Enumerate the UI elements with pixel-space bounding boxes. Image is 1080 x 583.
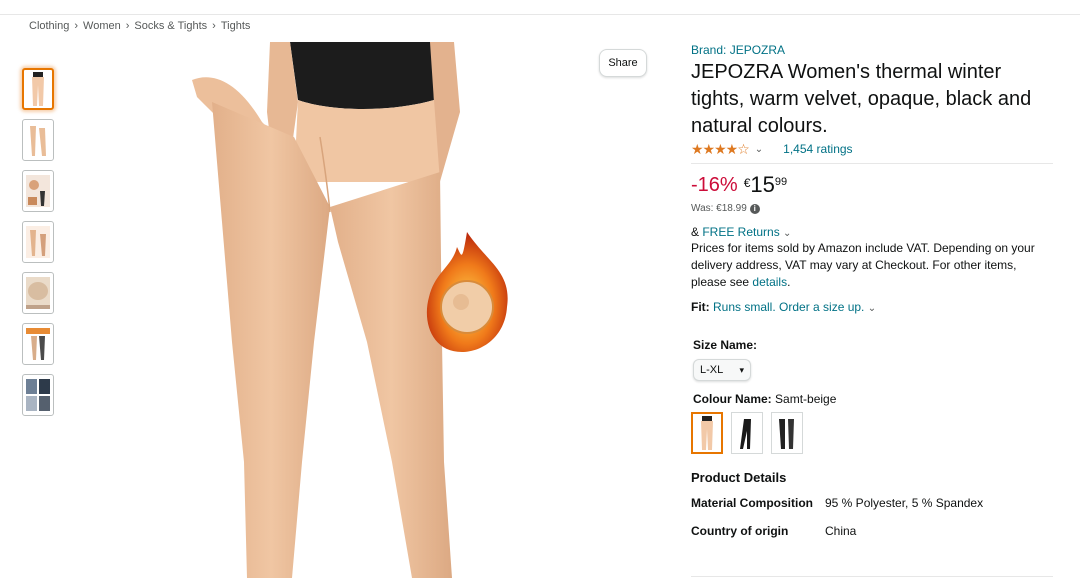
chevron-down-icon[interactable]: ⌄: [783, 228, 791, 239]
section-divider: [691, 163, 1053, 164]
returns-prefix: &: [691, 225, 703, 239]
rating-row: ★★★★☆ ⌄ 1,454 ratings: [691, 141, 1053, 157]
chevron-down-icon: ▾: [739, 364, 744, 375]
info-icon[interactable]: i: [749, 203, 760, 214]
price-fraction: 99: [774, 176, 788, 188]
brand-link[interactable]: Brand: JEPOZRA: [691, 43, 1053, 57]
section-divider: [691, 576, 1053, 577]
detail-value: China: [825, 524, 857, 538]
price-currency: €: [743, 176, 751, 190]
thumbnail-7[interactable]: [22, 374, 54, 416]
colour-label: Colour Name:: [693, 392, 772, 406]
swatch-black-2[interactable]: [771, 412, 803, 454]
was-price-text: Was: €18.99: [691, 203, 747, 214]
breadcrumb-women[interactable]: Women: [83, 20, 121, 32]
discount-percent: -16%: [691, 174, 738, 196]
breadcrumb-separator: ›: [125, 20, 130, 32]
table-row: Country of origin China: [691, 524, 1053, 538]
free-returns-link[interactable]: FREE Returns: [702, 225, 779, 239]
size-dropdown[interactable]: L-XL ▾: [693, 359, 751, 381]
breadcrumb-socks-tights[interactable]: Socks & Tights: [134, 20, 207, 32]
thumbnail-3[interactable]: [22, 170, 54, 212]
breadcrumb-clothing[interactable]: Clothing: [29, 20, 69, 32]
colour-value: Samt-beige: [775, 392, 837, 406]
price-block: -16% € 15 99: [691, 174, 1053, 200]
detail-key: Country of origin: [691, 524, 789, 538]
colour-swatches: [691, 412, 1053, 454]
detail-value: 95 % Polyester, 5 % Spandex: [825, 496, 984, 510]
thumbnail-6[interactable]: [22, 323, 54, 365]
breadcrumb-separator: ›: [74, 20, 79, 32]
main-product-image[interactable]: [62, 42, 652, 578]
product-details-table: Material Composition 95 % Polyester, 5 %…: [691, 496, 1053, 538]
thumbnail-5[interactable]: [22, 272, 54, 314]
share-button[interactable]: Share: [599, 49, 647, 77]
swatch-samt-beige[interactable]: [691, 412, 723, 454]
table-row: Material Composition 95 % Polyester, 5 %…: [691, 496, 1053, 510]
product-info-panel: Brand: JEPOZRA JEPOZRA Women's thermal w…: [691, 42, 1053, 552]
returns-row: & FREE Returns ⌄: [691, 225, 1053, 239]
thumbnail-strip: [22, 68, 56, 425]
breadcrumb-tights[interactable]: Tights: [221, 20, 251, 32]
product-title: JEPOZRA Women's thermal winter tights, w…: [691, 61, 1032, 137]
ratings-count-link[interactable]: 1,454 ratings: [783, 142, 852, 156]
vat-details-link[interactable]: details: [752, 275, 787, 289]
vat-text: Prices for items sold by Amazon include …: [691, 241, 1035, 289]
vat-period: .: [787, 275, 791, 289]
star-rating-icon[interactable]: ★★★★☆: [691, 141, 750, 158]
price-whole: 15: [750, 172, 775, 197]
fit-value-link[interactable]: Runs small. Order a size up.: [713, 300, 864, 314]
size-label: Size Name:: [693, 338, 758, 352]
size-selected-value: L-XL: [700, 364, 724, 376]
breadcrumb: Clothing › Women › Socks & Tights › Tigh…: [29, 20, 250, 32]
thumbnail-4[interactable]: [22, 221, 54, 263]
chevron-down-icon[interactable]: ⌄: [755, 144, 763, 155]
top-border: [0, 0, 1080, 15]
detail-key: Material Composition: [691, 496, 814, 510]
colour-label-row: Colour Name: Samt-beige: [693, 392, 1053, 406]
vat-notice: Prices for items sold by Amazon include …: [691, 240, 1046, 291]
was-price: Was: €18.99 i: [691, 203, 1053, 214]
chevron-down-icon[interactable]: ⌄: [868, 303, 876, 314]
swatch-black-1[interactable]: [731, 412, 763, 454]
product-details-title: Product Details: [691, 470, 787, 485]
thumbnail-2[interactable]: [22, 119, 54, 161]
thumbnail-1[interactable]: [22, 68, 54, 110]
breadcrumb-separator: ›: [212, 20, 216, 32]
fit-row: Fit: Runs small. Order a size up. ⌄: [691, 300, 1053, 314]
fit-label: Fit:: [691, 300, 710, 314]
